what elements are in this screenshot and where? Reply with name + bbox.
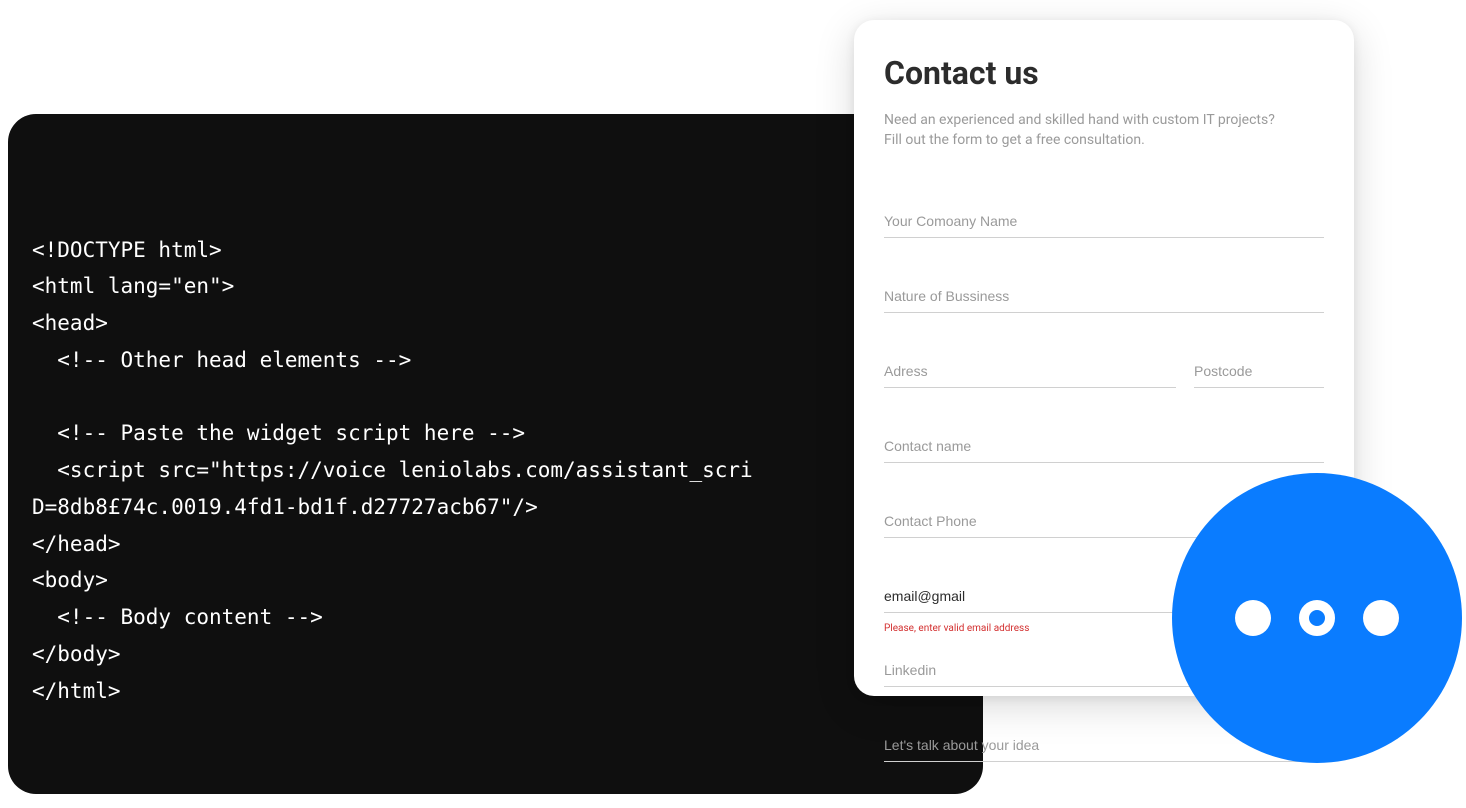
assistant-widget-button[interactable] [1172, 473, 1462, 763]
nature-of-business-input[interactable] [884, 282, 1324, 313]
form-subtitle: Need an experienced and skilled hand wit… [884, 110, 1324, 151]
postcode-input[interactable] [1194, 357, 1324, 388]
dot-ring-icon [1299, 600, 1335, 636]
form-subtitle-line2: Fill out the form to get a free consulta… [884, 132, 1145, 148]
dot-icon [1235, 600, 1271, 636]
form-subtitle-line1: Need an experienced and skilled hand wit… [884, 112, 1275, 128]
code-snippet-panel: <!DOCTYPE html> <html lang="en"> <head> … [8, 114, 983, 794]
dot-icon [1363, 600, 1399, 636]
code-content: <!DOCTYPE html> <html lang="en"> <head> … [32, 232, 959, 710]
address-input[interactable] [884, 357, 1176, 388]
contact-name-input[interactable] [884, 432, 1324, 463]
form-title: Contact us [884, 54, 1324, 92]
company-name-input[interactable] [884, 207, 1324, 238]
